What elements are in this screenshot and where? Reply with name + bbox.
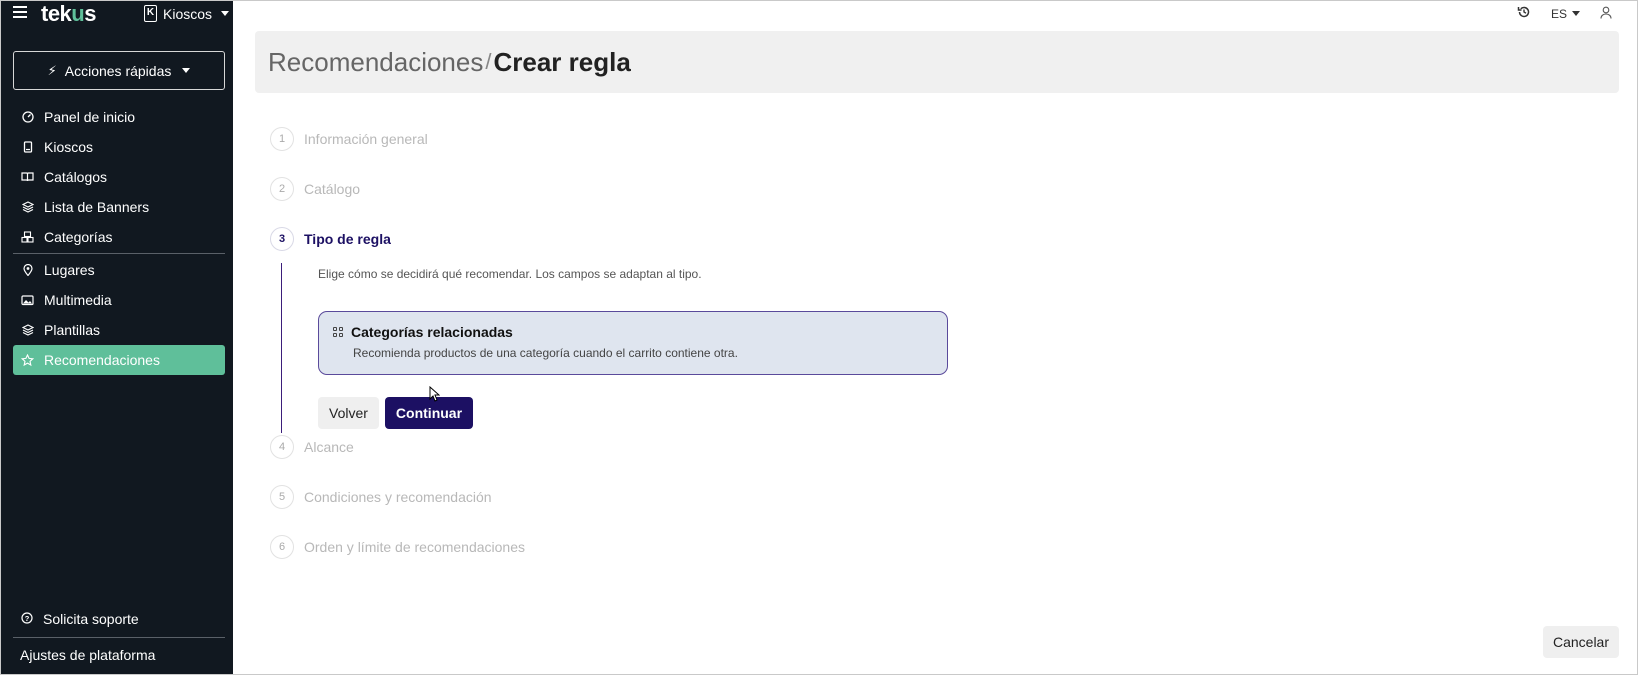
step-orden-y-limite[interactable]: 6 Orden y límite de recomendaciones [270, 535, 525, 559]
breadcrumb-separator: / [485, 49, 492, 74]
sidebar-item-panel-de-inicio[interactable]: Panel de inicio [13, 102, 225, 132]
step-condiciones-y-recomendacion[interactable]: 5 Condiciones y recomendación [270, 485, 492, 509]
sidebar-item-catalogos[interactable]: Catálogos [13, 162, 225, 192]
step-description: Elige cómo se decidirá qué recomendar. L… [318, 267, 702, 281]
user-icon[interactable] [1600, 6, 1612, 22]
mouse-cursor-icon [429, 385, 441, 407]
chevron-down-icon [221, 11, 230, 16]
language-selector[interactable]: ES [1551, 7, 1580, 21]
sidebar-item-plantillas[interactable]: Plantillas [13, 315, 225, 345]
sidebar-divider [13, 637, 225, 638]
book-icon [21, 171, 34, 184]
kiosk-badge-icon: K [144, 5, 157, 22]
sidebar-item-label: Kioscos [44, 139, 94, 155]
sidebar-bottom: ? Solicita soporte Ajustes de plataforma [13, 604, 225, 666]
quick-actions-button[interactable]: ⚡ Acciones rápidas [13, 51, 225, 90]
sidebar-item-label: Multimedia [44, 292, 112, 308]
step-catalogo[interactable]: 2 Catálogo [270, 177, 360, 201]
sidebar-nav: Panel de inicio Kioscos Catálogos Lista … [13, 102, 225, 375]
sidebar-item-label: Plantillas [44, 322, 101, 338]
step-number: 1 [270, 127, 294, 151]
step-title: Información general [304, 131, 428, 147]
dashboard-icon [21, 111, 34, 124]
sidebar-item-multimedia[interactable]: Multimedia [13, 285, 225, 315]
page-header: Recomendaciones / Crear regla [255, 31, 1619, 93]
sidebar-item-kioscos[interactable]: Kioscos [13, 132, 225, 162]
top-utilities: ES [1517, 5, 1612, 22]
sidebar-item-label: Catálogos [44, 169, 108, 185]
grid-icon [333, 327, 343, 337]
sidebar-item-categorias[interactable]: Categorías [13, 222, 225, 252]
language-label: ES [1550, 6, 1567, 21]
sidebar-item-label: Categorías [44, 229, 113, 245]
svg-text:?: ? [25, 614, 30, 623]
chevron-down-icon [1572, 11, 1580, 16]
option-description: Recomienda productos de una categoría cu… [353, 346, 738, 360]
step-connector-line [281, 263, 282, 433]
sidebar-item-label: Lugares [44, 262, 95, 278]
support-link[interactable]: ? Solicita soporte [13, 604, 225, 634]
step-tipo-de-regla[interactable]: 3 Tipo de regla [270, 227, 391, 251]
platform-settings-link[interactable]: Ajustes de plataforma [13, 644, 225, 666]
star-icon [21, 353, 34, 367]
rule-type-option-categorias-relacionadas[interactable]: Categorías relacionadas Recomienda produ… [318, 311, 948, 375]
kiosk-icon [21, 141, 34, 154]
quick-actions-label: Acciones rápidas [64, 62, 172, 79]
step-number: 2 [270, 177, 294, 201]
app-window: tekus K Kioscos ⚡ Acciones rápidas Panel… [0, 0, 1638, 675]
sidebar-divider [13, 253, 225, 254]
step-title: Tipo de regla [304, 231, 391, 247]
sidebar-item-lugares[interactable]: Lugares [13, 255, 225, 285]
sidebar-top: tekus K Kioscos [1, 1, 233, 29]
step-actions: Volver Continuar [318, 397, 474, 429]
layers-icon [21, 201, 34, 214]
pin-icon [21, 264, 34, 277]
option-header: Categorías relacionadas [333, 324, 933, 340]
sidebar: tekus K Kioscos ⚡ Acciones rápidas Panel… [1, 1, 233, 674]
sidebar-item-label: Panel de inicio [44, 109, 136, 125]
chevron-down-icon [182, 68, 191, 73]
image-icon [21, 294, 34, 307]
sidebar-item-lista-de-banners[interactable]: Lista de Banners [13, 192, 225, 222]
step-title: Alcance [304, 439, 354, 455]
bolt-icon: ⚡ [47, 62, 57, 78]
step-title: Condiciones y recomendación [304, 489, 492, 505]
kiosk-switcher-label: Kioscos [163, 5, 213, 22]
step-alcance[interactable]: 4 Alcance [270, 435, 354, 459]
kiosk-switcher[interactable]: K Kioscos [144, 5, 230, 22]
history-icon[interactable] [1517, 5, 1531, 22]
option-title: Categorías relacionadas [351, 324, 513, 340]
step-informacion-general[interactable]: 1 Información general [270, 127, 428, 151]
sidebar-item-label: Recomendaciones [44, 352, 160, 368]
step-title: Orden y límite de recomendaciones [304, 539, 525, 555]
step-number: 6 [270, 535, 294, 559]
stack-icon [21, 324, 34, 337]
sidebar-item-label: Lista de Banners [44, 199, 150, 215]
sidebar-item-recomendaciones[interactable]: Recomendaciones [13, 345, 225, 375]
support-label: Solicita soporte [43, 611, 139, 627]
help-circle-icon: ? [21, 611, 33, 627]
boxes-icon [21, 231, 34, 244]
hamburger-menu-icon[interactable] [13, 6, 29, 20]
logo[interactable]: tekus [41, 1, 96, 27]
page-title: Crear regla [493, 46, 631, 77]
step-number: 3 [270, 227, 294, 251]
step-number: 5 [270, 485, 294, 509]
cancel-button[interactable]: Cancelar [1542, 626, 1619, 658]
step-number: 4 [270, 435, 294, 459]
back-button[interactable]: Volver [318, 397, 379, 429]
breadcrumb-parent[interactable]: Recomendaciones [268, 47, 483, 78]
step-title: Catálogo [304, 181, 361, 197]
